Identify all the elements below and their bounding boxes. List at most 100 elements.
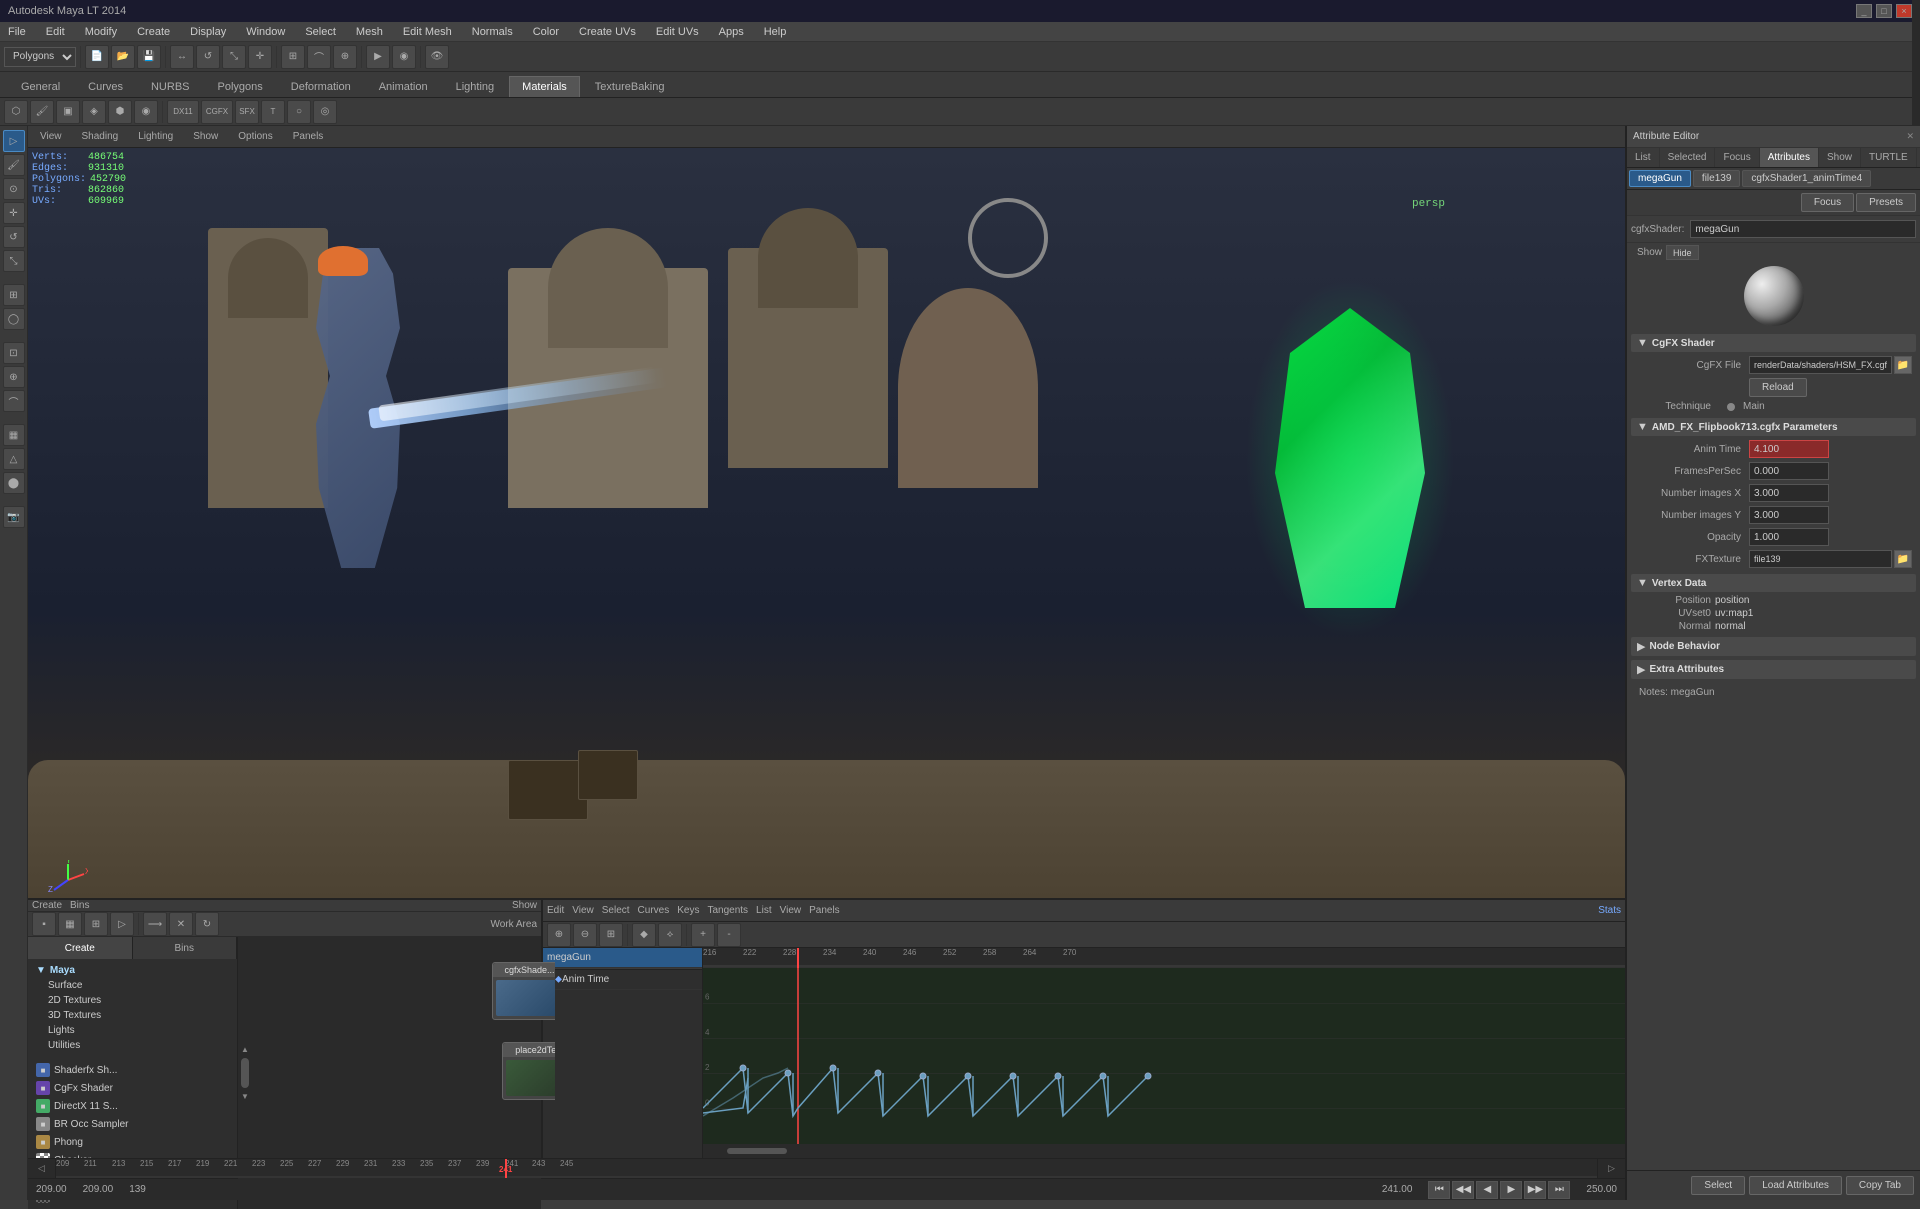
menu-apps[interactable]: Apps [715,24,748,40]
move-tool-left[interactable]: ✛ [3,202,25,224]
ae-cgfxfile-input[interactable] [1749,356,1892,374]
tab-nurbs[interactable]: NURBS [138,76,203,97]
menu-normals[interactable]: Normals [468,24,517,40]
hs-tool3[interactable]: ⊞ [84,912,108,936]
tool5[interactable]: ⬢ [108,100,132,124]
ge-anim-time-track[interactable]: ⬥ Anim Time [543,970,702,990]
open-btn[interactable]: 📂 [111,45,135,69]
snap-to-curve[interactable]: ⌒ [3,390,25,412]
main-viewport[interactable]: View Shading Lighting Show Options Panel… [28,126,1625,898]
ge-menu-edit[interactable]: Edit [547,905,564,916]
tool4[interactable]: ◈ [82,100,106,124]
snap-curve[interactable]: ⌒ [307,45,331,69]
menu-edit-uvs[interactable]: Edit UVs [652,24,703,40]
menu-color[interactable]: Color [529,24,563,40]
go-to-end-btn[interactable]: ⏭ [1548,1181,1570,1199]
ae-cgfx-header[interactable]: ▼ CgFX Shader [1631,334,1916,352]
rotate-tool[interactable]: ↺ [196,45,220,69]
tab-materials[interactable]: Materials [509,76,580,97]
ae-select-btn[interactable]: Select [1691,1176,1745,1195]
ae-tab-turtle[interactable]: TURTLE [1861,148,1917,167]
menu-select[interactable]: Select [301,24,340,40]
menu-edit-mesh[interactable]: Edit Mesh [399,24,456,40]
snap-grid[interactable]: ⊞ [281,45,305,69]
hs-tool2[interactable]: ▦ [58,912,82,936]
ipr-btn[interactable]: ◉ [392,45,416,69]
ae-presets-btn[interactable]: Presets [1856,193,1916,212]
dx11-btn[interactable]: DX11 [167,100,199,124]
ae-tab-attributes[interactable]: Attributes [1760,148,1819,167]
ae-reload-btn[interactable]: Reload [1749,378,1807,397]
hs-child-surface[interactable]: Surface [44,978,233,993]
ae-fps-input[interactable] [1749,462,1829,480]
ae-fxtex-input[interactable] [1749,550,1892,568]
hs-tab-bins[interactable]: Bins [133,937,238,959]
tab-polygons[interactable]: Polygons [205,76,276,97]
tool3[interactable]: ▣ [56,100,80,124]
menu-display[interactable]: Display [186,24,230,40]
vp-lighting-menu[interactable]: Lighting [132,129,179,144]
ge-key-tool[interactable]: ◆ [632,923,656,947]
menu-edit[interactable]: Edit [42,24,69,40]
hs-tab-create[interactable]: Create [28,937,133,959]
ae-numy-input[interactable] [1749,506,1829,524]
menu-file[interactable]: File [4,24,30,40]
ge-add-key[interactable]: + [691,923,715,947]
lasso-tool[interactable]: ⊙ [3,178,25,200]
hs-node-place2d[interactable]: place2dTe... [502,1042,555,1100]
ge-menu-view2[interactable]: View [780,905,802,916]
hs-maya-parent[interactable]: ▼ Maya [32,963,233,978]
ge-menu-tangents[interactable]: Tangents [707,905,748,916]
vp-show-menu[interactable]: Show [187,129,224,144]
hs-show-btn[interactable]: Show [512,900,537,911]
ge-animation-graph[interactable]: 216 222 228 234 240 246 252 258 264 270 [703,948,1625,1158]
ge-menu-panels[interactable]: Panels [809,905,840,916]
menu-create-uvs[interactable]: Create UVs [575,24,640,40]
ae-extra-attrs-header[interactable]: ▶ Extra Attributes [1631,660,1916,679]
hs-child-utils[interactable]: Utilities [44,1038,233,1053]
tab-lighting[interactable]: Lighting [443,76,508,97]
hs-refresh[interactable]: ↻ [195,912,219,936]
snap-point[interactable]: ⊕ [333,45,357,69]
hs-node-cgfxshader[interactable]: cgfxShade... [492,962,555,1020]
tab-curves[interactable]: Curves [75,76,136,97]
ae-params-header[interactable]: ▼ AMD_FX_Flipbook713.cgfx Parameters [1631,418,1916,436]
play-forward-btn[interactable]: ▶▶ [1524,1181,1546,1199]
play-btn[interactable]: ▶ [1500,1181,1522,1199]
ae-opacity-input[interactable] [1749,528,1829,546]
ae-shader-name-input[interactable] [1690,220,1916,238]
vp-view-menu[interactable]: View [34,129,68,144]
hs-child-2dtex[interactable]: 2D Textures [44,993,233,1008]
hs-menu-create[interactable]: Create [32,900,62,911]
vp-panels-menu[interactable]: Panels [287,129,330,144]
snap-to-point[interactable]: ⊕ [3,366,25,388]
paint-select[interactable]: 🖌 [3,154,25,176]
hs-menu-bins[interactable]: Bins [70,900,89,911]
render-btn[interactable]: ▶ [366,45,390,69]
timeline-left-btn[interactable]: ◁ [28,1159,56,1178]
hs-item-shaderfx[interactable]: ■ Shaderfx Sh... [32,1061,233,1079]
ge-node-track[interactable]: megaGun [543,948,702,968]
ae-anim-time-input[interactable] [1749,440,1829,458]
cgfx-btn[interactable]: CGFX [201,100,233,124]
mode-selector[interactable]: Polygons [4,47,76,67]
ge-menu-list[interactable]: List [756,905,772,916]
poly-tool[interactable]: △ [3,448,25,470]
ae-focus-btn[interactable]: Focus [1801,193,1854,212]
hs-item-phong[interactable]: ■ Phong [32,1133,233,1151]
ge-menu-keys[interactable]: Keys [677,905,699,916]
ae-file-browse-btn[interactable]: 📁 [1894,356,1912,374]
turtle-btn[interactable]: T [261,100,285,124]
hs-child-3dtex[interactable]: 3D Textures [44,1008,233,1023]
ae-hide-btn[interactable]: Hide [1666,245,1699,260]
go-to-start-btn[interactable]: ⏮ [1428,1181,1450,1199]
paint-tool[interactable]: 🖌 [30,100,54,124]
hs-child-lights[interactable]: Lights [44,1023,233,1038]
vp-shading-menu[interactable]: Shading [76,129,125,144]
scale-left[interactable]: ⤡ [3,250,25,272]
sculpt-tool[interactable]: ⬤ [3,472,25,494]
ae-load-attrs-btn[interactable]: Load Attributes [1749,1176,1842,1195]
scale-tool[interactable]: ⤡ [222,45,246,69]
ae-node-behavior-header[interactable]: ▶ Node Behavior [1631,637,1916,656]
tab-texture-baking[interactable]: TextureBaking [582,76,678,97]
